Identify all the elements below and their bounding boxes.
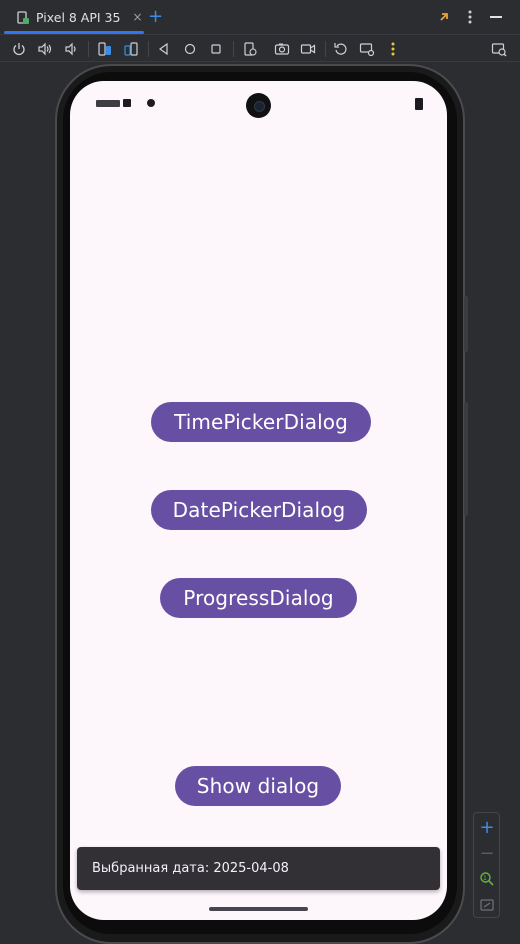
zoom-panel: + − 1 [473,812,500,918]
zoom-in-button[interactable]: + [478,817,496,838]
zoom-out-button[interactable]: − [478,843,496,864]
zoom-actual-icon[interactable]: 1 [478,870,496,888]
gesture-nav-handle[interactable] [209,907,308,911]
device-manager-icon [16,10,30,24]
device-explorer-icon[interactable] [490,40,508,58]
more-vertical-icon[interactable] [462,9,478,25]
close-icon[interactable]: × [132,10,142,24]
date-picker-dialog-button[interactable]: DatePickerDialog [151,490,367,530]
minimize-icon[interactable] [488,9,504,25]
device-screen[interactable]: TimePickerDialog DatePickerDialog Progre… [70,81,447,920]
video-icon[interactable] [299,40,317,58]
tab-device[interactable]: Pixel 8 API 35 × [4,0,144,34]
camera-icon[interactable] [273,40,291,58]
snackbar: Выбранная дата: 2025-04-08 [77,847,440,890]
status-bar [70,81,447,127]
device-settings-icon[interactable] [358,40,376,58]
snackbar-text: Выбранная дата: 2025-04-08 [92,861,289,876]
status-icons [96,97,156,112]
home-icon[interactable] [181,40,199,58]
power-icon[interactable] [10,40,28,58]
arrow-up-right-icon[interactable] [436,9,452,25]
add-tab-button[interactable]: + [148,8,163,26]
volume-down-icon[interactable] [62,40,80,58]
front-camera [246,93,271,118]
rotate-left-icon[interactable] [96,40,114,58]
power-side-button [464,296,468,352]
time-picker-dialog-button[interactable]: TimePickerDialog [151,402,371,442]
battery-icon [415,98,423,110]
reset-icon[interactable] [332,40,350,58]
volume-up-icon[interactable] [36,40,54,58]
back-icon[interactable] [155,40,173,58]
zoom-fit-icon[interactable] [478,896,496,914]
fold-icon[interactable] [241,40,259,58]
more-icon[interactable] [384,40,402,58]
ide-tab-bar: Pixel 8 API 35 × + [0,0,520,34]
volume-side-button [464,402,468,516]
tab-label: Pixel 8 API 35 [36,9,121,25]
emulator-toolbar [0,34,520,62]
show-dialog-button[interactable]: Show dialog [175,766,341,806]
svg-text:1: 1 [483,875,487,882]
progress-dialog-button[interactable]: ProgressDialog [160,578,357,618]
rotate-right-icon[interactable] [122,40,140,58]
overview-icon[interactable] [207,40,225,58]
